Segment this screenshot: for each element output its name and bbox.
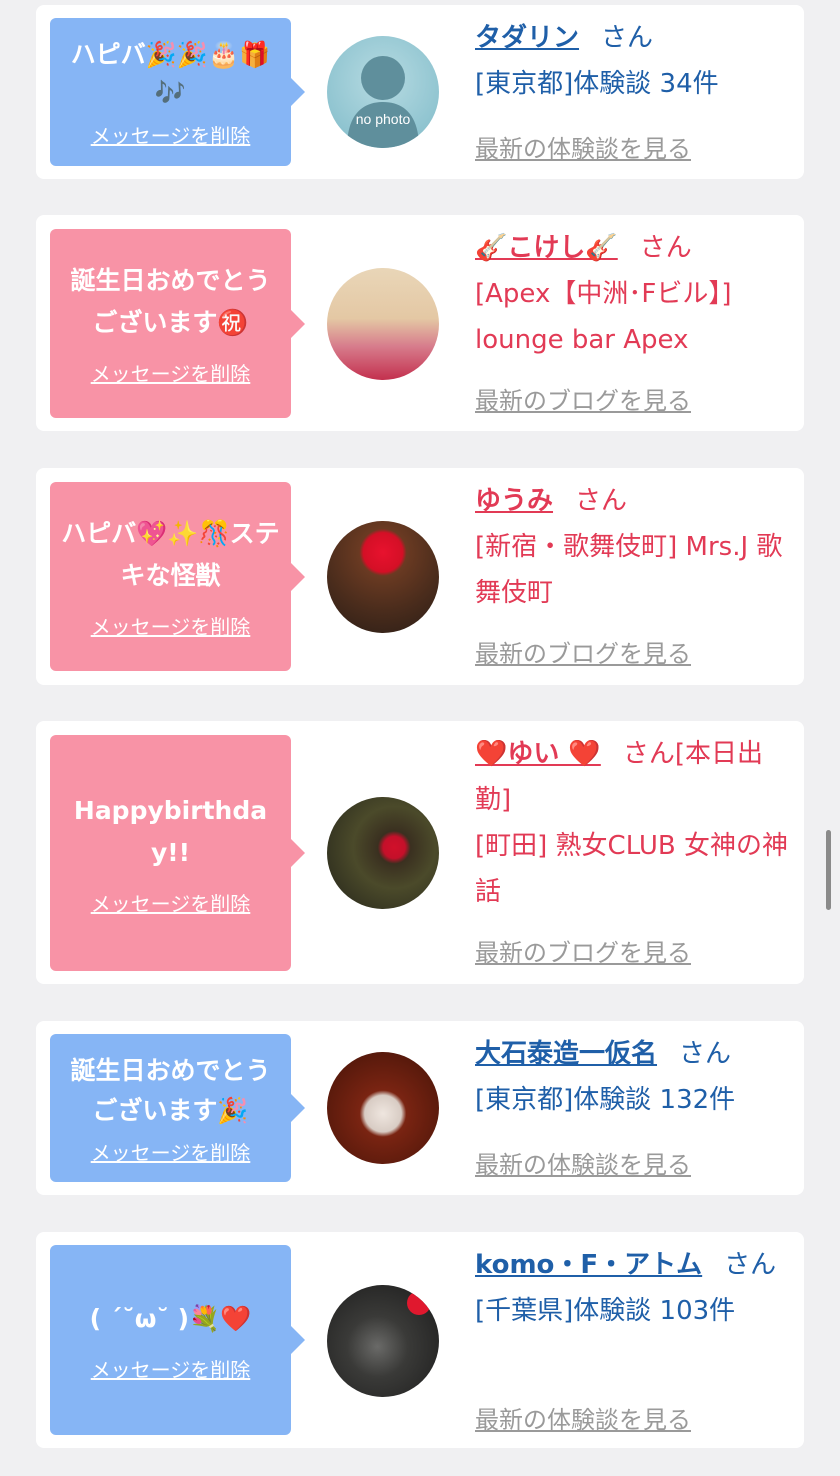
avatar[interactable] xyxy=(327,1052,439,1164)
message-card: 誕生日おめでとうございます🎉 メッセージを削除 大石泰造一仮名 さん [東京都]体… xyxy=(36,1021,804,1195)
message-text: ( ´˘ω˘ )💐❤️ xyxy=(89,1303,252,1333)
delete-message-link[interactable]: メッセージを削除 xyxy=(91,888,251,917)
no-photo-silhouette: no photo xyxy=(347,56,419,148)
message-text: 誕生日おめでとうございます🎉 xyxy=(70,1055,271,1125)
honorific: さん xyxy=(622,739,675,769)
message-card: ハピバ🎉🎉🎂🎁🎶 メッセージを削除 no photo タダリン さん [東京都]体… xyxy=(36,5,804,179)
delete-message-link[interactable]: メッセージを削除 xyxy=(91,1137,251,1166)
svg-text:no photo: no photo xyxy=(356,111,411,127)
avatar[interactable]: no photo xyxy=(327,36,439,148)
user-detail: [東京都]体験談 34件 xyxy=(475,69,719,99)
message-text: ハピバ💖✨🎊ステキな怪獣 xyxy=(61,519,280,590)
user-name-link[interactable]: 大石泰造一仮名 xyxy=(475,1039,657,1069)
user-info: ゆうみ さん [新宿・歌舞伎町] Mrs.J 歌舞伎町 xyxy=(475,478,793,616)
latest-blog-link[interactable]: 最新のブログを見る xyxy=(475,634,691,669)
honorific: さん xyxy=(601,23,654,53)
message-card: 誕生日おめでとうございます㊗️ メッセージを削除 🎸こけし🎸 さん [Apex【中… xyxy=(36,215,804,431)
heart-badge-icon xyxy=(407,1291,431,1315)
message-text: ハピバ🎉🎉🎂🎁🎶 xyxy=(70,39,271,107)
message-bubble: ハピバ💖✨🎊ステキな怪獣 メッセージを削除 xyxy=(50,482,305,671)
shop-detail: [町田] 熟女CLUB 女神の神話 xyxy=(475,831,789,907)
scrollbar[interactable] xyxy=(826,830,831,910)
user-name-link[interactable]: ゆうみ xyxy=(475,486,553,516)
honorific: さん xyxy=(679,1039,732,1069)
message-bubble: ( ´˘ω˘ )💐❤️ メッセージを削除 xyxy=(50,1245,305,1435)
delete-message-link[interactable]: メッセージを削除 xyxy=(91,1354,251,1383)
honorific: さん xyxy=(575,486,628,516)
shop-detail: [Apex【中洲･Fビル】] lounge bar Apex xyxy=(475,279,732,355)
message-card: ハピバ💖✨🎊ステキな怪獣 メッセージを削除 ゆうみ さん [新宿・歌舞伎町] Mr… xyxy=(36,468,804,685)
message-text: 誕生日おめでとうございます㊗️ xyxy=(70,266,271,337)
message-bubble: 誕生日おめでとうございます㊗️ メッセージを削除 xyxy=(50,229,305,418)
user-name-link[interactable]: 🎸こけし🎸 xyxy=(475,233,618,263)
delete-message-link[interactable]: メッセージを削除 xyxy=(91,120,251,149)
message-text: Happybirthday!! xyxy=(73,795,268,867)
avatar[interactable] xyxy=(327,268,439,380)
user-info: 大石泰造一仮名 さん [東京都]体験談 132件 xyxy=(475,1031,793,1123)
message-card: ( ´˘ω˘ )💐❤️ メッセージを削除 komo・F・アトム さん [千葉県]体… xyxy=(36,1232,804,1448)
avatar[interactable] xyxy=(327,521,439,633)
avatar[interactable] xyxy=(327,797,439,909)
user-detail: [千葉県]体験談 103件 xyxy=(475,1296,736,1326)
message-bubble: 誕生日おめでとうございます🎉 メッセージを削除 xyxy=(50,1034,305,1182)
user-info: 🎸こけし🎸 さん [Apex【中洲･Fビル】] lounge bar Apex xyxy=(475,225,793,363)
message-bubble: ハピバ🎉🎉🎂🎁🎶 メッセージを削除 xyxy=(50,18,305,166)
latest-blog-link[interactable]: 最新のブログを見る xyxy=(475,933,691,968)
latest-report-link[interactable]: 最新の体験談を見る xyxy=(475,1145,691,1180)
message-card: Happybirthday!! メッセージを削除 ❤️ゆい ❤️ さん[本日出勤]… xyxy=(36,721,804,984)
user-name-link[interactable]: komo・F・アトム xyxy=(475,1250,702,1280)
user-info: タダリン さん [東京都]体験談 34件 xyxy=(475,15,793,107)
avatar[interactable] xyxy=(327,1285,439,1397)
honorific: さん xyxy=(639,233,692,263)
shop-detail: [新宿・歌舞伎町] Mrs.J 歌舞伎町 xyxy=(475,532,783,608)
user-detail: [東京都]体験談 132件 xyxy=(475,1085,736,1115)
message-bubble: Happybirthday!! メッセージを削除 xyxy=(50,735,305,971)
user-info: komo・F・アトム さん [千葉県]体験談 103件 xyxy=(475,1242,793,1334)
user-name-link[interactable]: ❤️ゆい ❤️ xyxy=(475,739,601,769)
latest-report-link[interactable]: 最新の体験談を見る xyxy=(475,129,691,164)
delete-message-link[interactable]: メッセージを削除 xyxy=(91,358,251,387)
honorific: さん xyxy=(724,1250,777,1280)
user-name-link[interactable]: タダリン xyxy=(475,23,579,53)
user-info: ❤️ゆい ❤️ さん[本日出勤] [町田] 熟女CLUB 女神の神話 xyxy=(475,731,793,915)
latest-blog-link[interactable]: 最新のブログを見る xyxy=(475,381,691,416)
delete-message-link[interactable]: メッセージを削除 xyxy=(91,611,251,640)
latest-report-link[interactable]: 最新の体験談を見る xyxy=(475,1400,691,1435)
